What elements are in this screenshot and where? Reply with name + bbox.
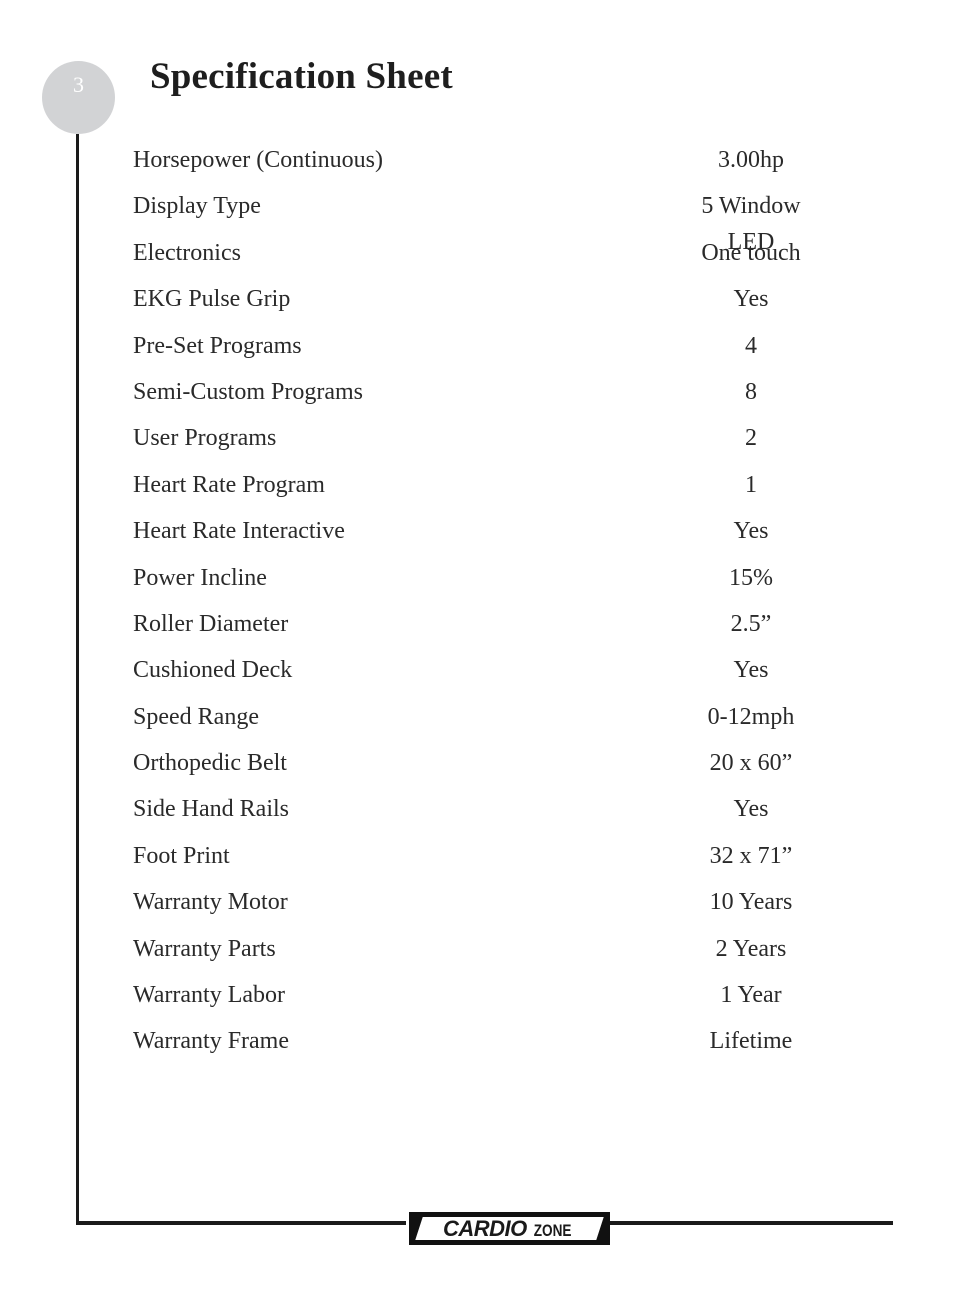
spec-row: Roller Diameter 2.5” (133, 606, 893, 652)
spec-label: Roller Diameter (133, 610, 289, 637)
spec-label: Electronics (133, 239, 241, 266)
spec-value: 15% (729, 564, 773, 591)
spec-value: 1 Year (720, 982, 782, 1009)
spec-value: 10 Years (709, 889, 793, 916)
spec-value: 32 x 71” (709, 842, 793, 869)
spec-row: Semi-Custom Programs 8 (133, 374, 893, 420)
spec-label: EKG Pulse Grip (133, 286, 291, 313)
spec-value: 0-12mph (707, 703, 795, 730)
spec-row: Heart Rate Interactive Yes (133, 513, 893, 559)
spec-value: 2.5” (730, 610, 772, 637)
spec-label: Heart Rate Interactive (133, 518, 345, 545)
spec-row: Foot Print 32 x 71” (133, 838, 893, 884)
logo-text: CARDIO ZONE (409, 1212, 610, 1245)
logo-zone: ZONE (533, 1221, 572, 1240)
spec-label: Warranty Parts (133, 935, 276, 962)
page-number: 3 (73, 72, 84, 97)
spec-value: Lifetime (709, 1028, 793, 1055)
page-title: Specification Sheet (150, 56, 453, 97)
spec-label: Horsepower (Continuous) (133, 147, 383, 173)
footer-rule-right (610, 1221, 893, 1225)
spec-value: 4 (745, 332, 757, 359)
footer-rule-left (76, 1221, 406, 1225)
spec-row: Warranty Labor 1 Year (133, 977, 893, 1023)
vertical-rule (76, 134, 79, 1225)
spec-row: Warranty Motor 10 Years (133, 884, 893, 930)
spec-row: Orthopedic Belt 20 x 60” (133, 745, 893, 791)
spec-row: Electronics One touch (133, 235, 893, 281)
spec-row: EKG Pulse Grip Yes (133, 281, 893, 327)
spec-value: Yes (733, 286, 769, 313)
spec-value: 2 (745, 425, 757, 452)
spec-row: Side Hand Rails Yes (133, 791, 893, 837)
spec-value: Yes (733, 518, 769, 545)
spec-label: Heart Rate Program (133, 471, 325, 498)
spec-value: 1 (745, 471, 757, 498)
spec-row: Power Incline 15% (133, 560, 893, 606)
spec-label: Foot Print (133, 842, 230, 869)
spec-row: Pre-Set Programs 4 (133, 328, 893, 374)
spec-label: Power Incline (133, 564, 267, 591)
spec-value: Yes (733, 657, 769, 684)
spec-value: 3.00hp (718, 147, 784, 173)
spec-label: Warranty Labor (133, 982, 285, 1009)
spec-row: Warranty Parts 2 Years (133, 931, 893, 977)
spec-label: Display Type (133, 193, 261, 220)
spec-label: Speed Range (133, 703, 259, 730)
spec-row: Warranty Frame Lifetime (133, 1023, 893, 1069)
spec-label: Semi-Custom Programs (133, 378, 364, 405)
spec-row: Heart Rate Program 1 (133, 467, 893, 513)
spec-value: 20 x 60” (709, 750, 793, 777)
spec-row: Horsepower (Continuous) 3.00hp (133, 142, 893, 188)
spec-row: Speed Range 0-12mph (133, 699, 893, 745)
spec-row: Display Type 5 Window LED (133, 188, 893, 255)
spec-label: Warranty Frame (133, 1028, 289, 1055)
spec-row: User Programs 2 (133, 420, 893, 466)
spec-label: Warranty Motor (133, 889, 288, 916)
spec-value: 2 Years (715, 935, 787, 962)
logo-cardio: CARDIO (442, 1216, 527, 1241)
spec-value: 8 (745, 378, 757, 405)
spec-row: Cushioned Deck Yes (133, 652, 893, 698)
spec-table: Horsepower (Continuous) 3.00hp Display Typ… (133, 142, 893, 1070)
spec-label: Pre-Set Programs (133, 332, 302, 359)
spec-label: Orthopedic Belt (133, 750, 287, 777)
spec-value: Yes (733, 796, 769, 823)
spec-value: One touch (701, 239, 801, 266)
cardiozone-logo: CARDIO ZONE (409, 1212, 610, 1245)
spec-label: Side Hand Rails (133, 796, 289, 823)
spec-label: Cushioned Deck (133, 657, 293, 684)
spec-label: User Programs (133, 425, 277, 452)
